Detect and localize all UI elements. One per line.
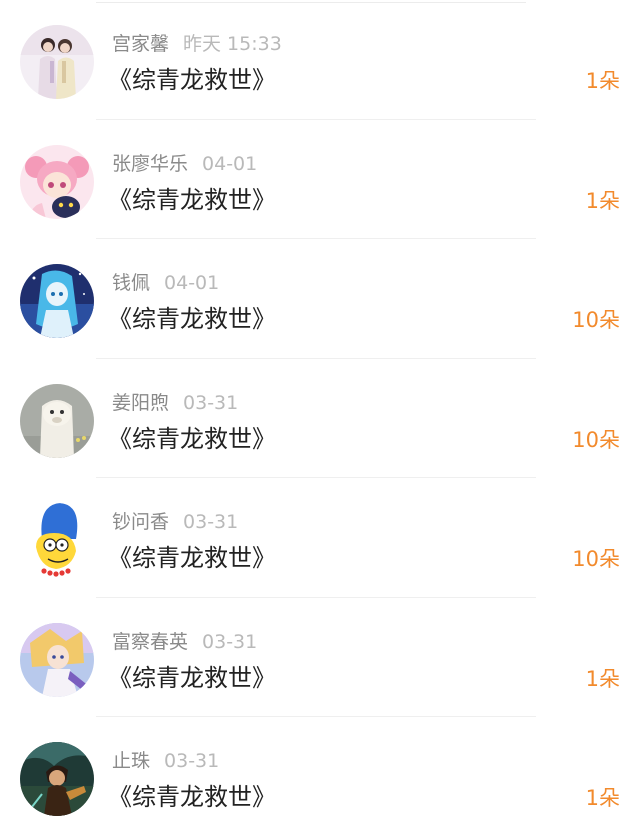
gift-amount: 1朵 xyxy=(585,786,620,810)
user-name[interactable]: 钞问香 xyxy=(112,511,169,533)
timestamp: 03-31 xyxy=(202,630,258,653)
book-title[interactable]: 《综青龙救世》 xyxy=(108,661,276,695)
timestamp: 04-01 xyxy=(202,152,258,175)
avatar-alpaca-icon xyxy=(20,383,94,458)
gift-amount: 10朵 xyxy=(572,308,620,332)
avatar-fantasy-anime-icon xyxy=(20,622,94,697)
book-title[interactable]: 《综青龙救世》 xyxy=(108,63,276,97)
avatar[interactable] xyxy=(20,264,94,338)
gift-amount: 1朵 xyxy=(585,666,620,691)
gift-amount: 10朵 xyxy=(572,547,620,571)
avatar[interactable] xyxy=(20,742,94,816)
meta-line: 止珠 03-31 xyxy=(112,748,219,774)
meta-line: 富察春英 03-31 xyxy=(112,629,257,655)
list-item[interactable]: 钞问香 03-31 《综青龙救世》 10朵 xyxy=(0,478,640,598)
meta-line: 钱佩 04-01 xyxy=(112,270,219,296)
meta-line: 宫家馨 昨天 15:33 xyxy=(112,31,282,57)
timestamp: 03-31 xyxy=(183,391,239,414)
avatar[interactable] xyxy=(20,144,94,219)
avatar[interactable] xyxy=(20,503,94,577)
user-name[interactable]: 姜阳煦 xyxy=(112,392,169,414)
gift-amount: 10朵 xyxy=(572,427,620,452)
list-item[interactable]: 张廖华乐 04-01 《综青龙救世》 1朵 xyxy=(0,120,640,239)
gift-amount: 1朵 xyxy=(585,188,620,213)
book-title[interactable]: 《综青龙救世》 xyxy=(108,422,276,456)
list-item[interactable]: 止珠 03-31 《综青龙救世》 1朵 xyxy=(0,717,640,837)
avatar[interactable] xyxy=(20,25,94,99)
meta-line: 张廖华乐 04-01 xyxy=(112,151,257,177)
book-title[interactable]: 《综青龙救世》 xyxy=(108,780,276,814)
list-item[interactable]: 宫家馨 昨天 15:33 《综青龙救世》 1朵 xyxy=(0,0,640,120)
user-name[interactable]: 止珠 xyxy=(112,750,150,772)
list-item[interactable]: 富察春英 03-31 《综青龙救世》 1朵 xyxy=(0,598,640,717)
timestamp: 04-01 xyxy=(164,272,220,294)
avatar-sailor-moon-icon xyxy=(20,144,94,219)
user-name[interactable]: 钱佩 xyxy=(112,272,150,294)
timestamp: 03-31 xyxy=(164,750,220,772)
avatar[interactable] xyxy=(20,383,94,458)
meta-line: 姜阳煦 03-31 xyxy=(112,390,238,416)
book-title[interactable]: 《综青龙救世》 xyxy=(108,183,276,217)
avatar-marge-simpson-icon xyxy=(20,503,94,577)
avatar[interactable] xyxy=(20,622,94,697)
user-name[interactable]: 张廖华乐 xyxy=(112,153,188,175)
avatar-blue-anime-icon xyxy=(20,264,94,338)
meta-line: 钞问香 03-31 xyxy=(112,509,238,535)
user-name[interactable]: 宫家馨 xyxy=(112,33,169,55)
gift-amount: 1朵 xyxy=(585,69,620,93)
list-item[interactable]: 钱佩 04-01 《综青龙救世》 10朵 xyxy=(0,239,640,359)
list-item[interactable]: 姜阳煦 03-31 《综青龙救世》 10朵 xyxy=(0,359,640,478)
user-name[interactable]: 富察春英 xyxy=(112,631,188,653)
book-title[interactable]: 《综青龙救世》 xyxy=(108,541,276,575)
avatar-dark-anime-icon xyxy=(20,742,94,816)
avatar-couple-icon xyxy=(20,25,94,99)
timestamp: 昨天 15:33 xyxy=(183,33,282,55)
book-title[interactable]: 《综青龙救世》 xyxy=(108,302,276,336)
timestamp: 03-31 xyxy=(183,511,239,533)
